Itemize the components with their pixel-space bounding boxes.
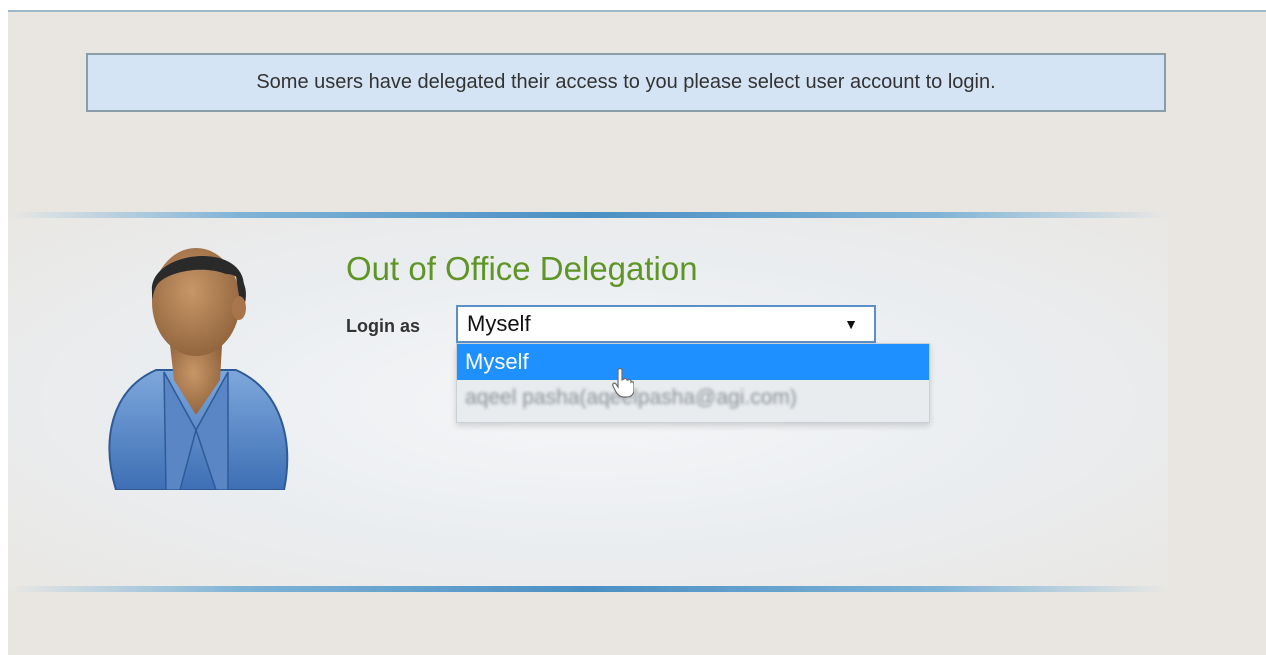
option-delegated-user[interactable]: aqeel pasha(aqeelpasha@agi.com) bbox=[457, 380, 929, 416]
login-as-select[interactable]: Myself ▼ bbox=[456, 305, 876, 343]
panel-top-rule bbox=[8, 212, 1168, 218]
user-avatar-icon bbox=[108, 248, 289, 490]
option-myself[interactable]: Myself bbox=[457, 344, 929, 380]
hand-cursor-icon bbox=[612, 368, 634, 398]
delegation-notice: Some users have delegated their access t… bbox=[86, 53, 1166, 112]
login-as-label: Login as bbox=[346, 316, 421, 336]
option-label: Myself bbox=[465, 349, 529, 374]
page-frame: Some users have delegated their access t… bbox=[8, 10, 1266, 655]
login-as-options-list: Myself aqeel pasha(aqeelpasha@agi.com) bbox=[456, 343, 930, 423]
delegation-panel: Out of Office Delegation Login as Myself… bbox=[8, 212, 1168, 592]
select-value: Myself bbox=[467, 311, 531, 336]
notice-text: Some users have delegated their access t… bbox=[256, 71, 996, 93]
page-title: Out of Office Delegation bbox=[346, 250, 698, 287]
dropdown-arrow-icon: ▼ bbox=[844, 316, 858, 332]
panel-bottom-rule bbox=[8, 586, 1168, 592]
